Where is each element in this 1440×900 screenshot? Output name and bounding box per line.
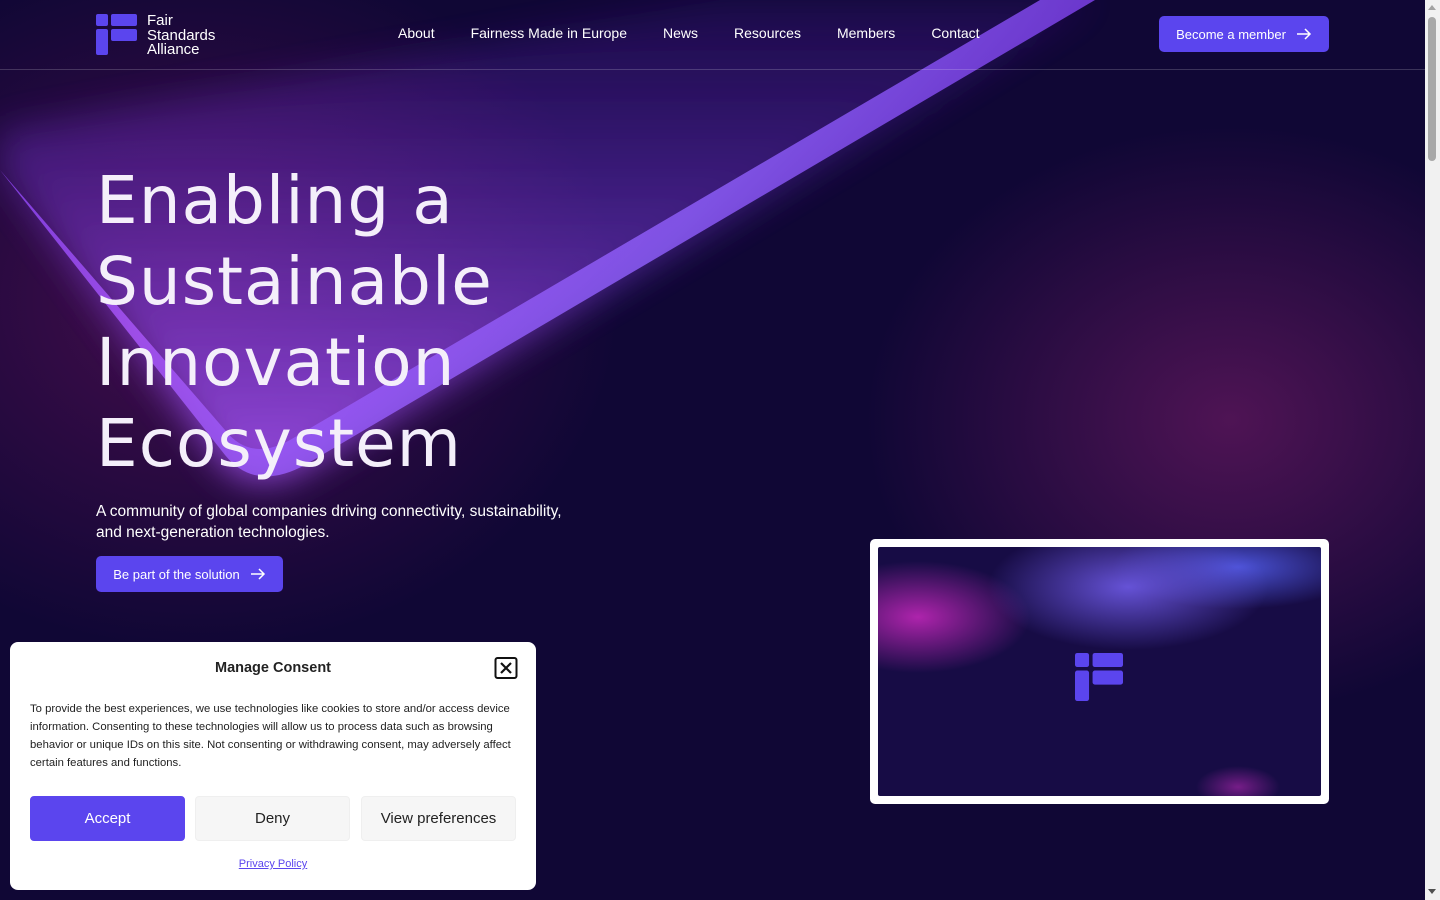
accept-button[interactable]: Accept [30,796,185,841]
hero-title-line: Enabling a [96,162,454,239]
logo[interactable]: Fair Standards Alliance [96,13,215,58]
nav-item-news[interactable]: News [663,25,698,41]
scroll-thumb[interactable] [1428,17,1436,161]
be-part-of-solution-label: Be part of the solution [113,566,240,582]
arrow-right-icon [1296,28,1311,40]
hero-title-line: Ecosystem [96,405,462,482]
scroll-up-arrow-icon[interactable] [1428,5,1436,10]
logo-wordmark: Fair Standards Alliance [147,13,215,58]
deny-button[interactable]: Deny [195,796,350,841]
view-preferences-button[interactable]: View preferences [361,796,516,841]
logo-mark-icon [1075,653,1123,701]
become-member-label: Become a member [1176,26,1286,42]
hero-title-line: Innovation [96,324,456,401]
privacy-policy-link[interactable]: Privacy Policy [10,858,536,870]
video-preview[interactable] [878,547,1321,796]
logo-line: Alliance [147,41,200,58]
main-nav: About Fairness Made in Europe News Resou… [398,25,1016,41]
site-header: Fair Standards Alliance About Fairness M… [0,0,1425,70]
be-part-of-solution-button[interactable]: Be part of the solution [96,556,283,592]
nav-item-contact[interactable]: Contact [931,25,979,41]
hero-title: Enabling a Sustainable Innovation Ecosys… [96,160,696,484]
close-icon[interactable] [494,657,518,679]
nav-item-about[interactable]: About [398,25,435,41]
scroll-down-arrow-icon[interactable] [1428,889,1436,894]
nav-item-fairness-made-in-europe[interactable]: Fairness Made in Europe [471,25,627,41]
consent-title: Manage Consent [214,660,331,676]
consent-description: To provide the best experiences, we use … [30,703,511,769]
become-member-button[interactable]: Become a member [1159,16,1329,52]
consent-dialog: Manage Consent To provide the best exper… [10,642,536,890]
nav-item-members[interactable]: Members [837,25,895,41]
vertical-scrollbar[interactable] [1425,0,1440,900]
logo-mark-icon [96,14,137,55]
video-card[interactable] [870,539,1329,804]
hero-title-line: Sustainable [96,243,493,320]
hero-subtitle: A community of global companies driving … [96,503,562,541]
nav-item-resources[interactable]: Resources [734,25,801,41]
arrow-right-icon [250,568,265,580]
